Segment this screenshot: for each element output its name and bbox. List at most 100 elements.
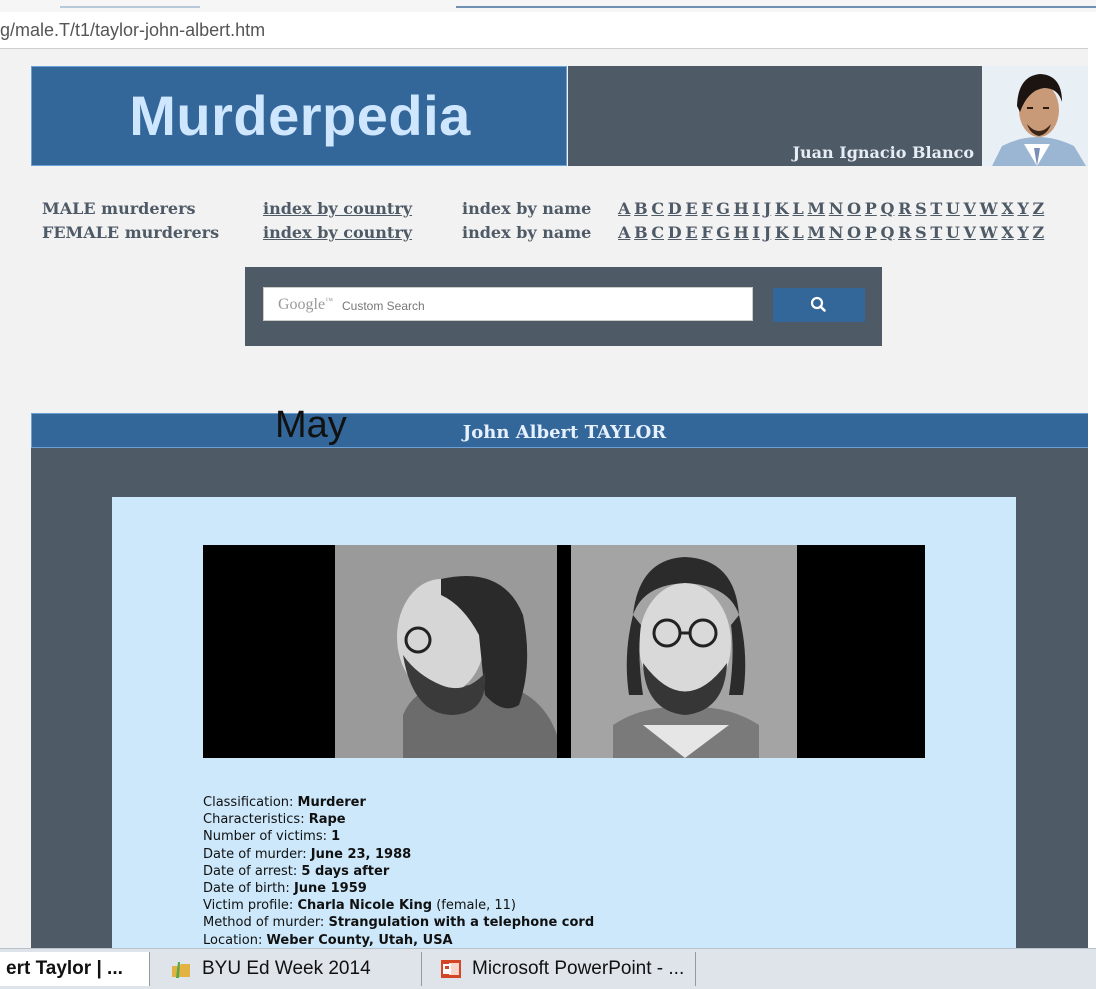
- mugshot-image: [203, 545, 925, 758]
- google-watermark: Google™: [278, 296, 333, 313]
- taskbar-item-folder[interactable]: BYU Ed Week 2014: [160, 952, 422, 986]
- search-panel: Google™ Custom Search: [245, 267, 882, 346]
- letter-link-t[interactable]: T: [930, 223, 942, 242]
- letter-link-q[interactable]: Q: [880, 223, 894, 242]
- letter-link-v[interactable]: V: [964, 199, 976, 218]
- folder-icon: [172, 962, 190, 978]
- letter-link-o[interactable]: O: [847, 223, 861, 242]
- taskbar-item-label: ert Taylor | ...: [6, 958, 123, 979]
- female-index-by-name-label: index by name: [462, 223, 592, 242]
- letter-link-a[interactable]: A: [618, 199, 630, 218]
- letter-link-b[interactable]: B: [634, 223, 648, 242]
- letter-link-o[interactable]: O: [847, 199, 861, 218]
- site-title[interactable]: Murderpedia: [32, 83, 568, 148]
- letter-link-w[interactable]: W: [980, 199, 998, 218]
- letter-link-v[interactable]: V: [964, 223, 976, 242]
- letter-link-h[interactable]: H: [734, 199, 749, 218]
- taskbar: ert Taylor | ... BYU Ed Week 2014 Micros…: [0, 948, 1096, 989]
- scrollbar-track[interactable]: [1088, 48, 1096, 948]
- fact-date-of-arrest: Date of arrest: 5 days after: [203, 863, 390, 879]
- letter-link-f[interactable]: F: [701, 223, 712, 242]
- letter-link-x[interactable]: X: [1001, 223, 1013, 242]
- letter-link-e[interactable]: E: [685, 199, 697, 218]
- letter-link-g[interactable]: G: [716, 223, 730, 242]
- powerpoint-icon: [441, 960, 461, 978]
- letter-link-e[interactable]: E: [685, 223, 697, 242]
- profile-section: John Albert TAYLOR Classification: Murde…: [31, 413, 1096, 948]
- address-url[interactable]: g/male.T/t1/taylor-john-albert.htm: [0, 20, 265, 41]
- letter-link-f[interactable]: F: [701, 199, 712, 218]
- male-index-by-country-link[interactable]: index by country: [263, 199, 412, 218]
- letter-link-z[interactable]: Z: [1033, 223, 1045, 242]
- browser-tab[interactable]: [60, 0, 200, 8]
- letter-link-y[interactable]: Y: [1017, 199, 1028, 218]
- profile-card: Classification: Murderer Characteristics…: [112, 497, 1016, 948]
- letter-link-i[interactable]: I: [752, 199, 759, 218]
- letter-link-j[interactable]: J: [764, 199, 772, 218]
- fact-date-of-birth: Date of birth: June 1959: [203, 881, 367, 897]
- letter-link-z[interactable]: Z: [1033, 199, 1045, 218]
- letter-link-i[interactable]: I: [752, 223, 759, 242]
- site-header: Murderpedia Juan Ignacio Blanco: [31, 66, 1096, 166]
- letter-link-j[interactable]: J: [764, 223, 772, 242]
- site-logo[interactable]: Murderpedia: [31, 66, 567, 166]
- female-letter-links: ABCDEFGHIJKLMNOPQRSTUVWXYZ: [618, 223, 1048, 242]
- author-photo: [982, 66, 1096, 166]
- fact-number-of-victims: Number of victims: 1: [203, 829, 341, 845]
- profile-title: John Albert TAYLOR: [462, 422, 667, 443]
- fact-date-of-murder: Date of murder: June 23, 1988: [203, 846, 412, 862]
- letter-link-n[interactable]: N: [829, 223, 844, 242]
- search-placeholder: Custom Search: [342, 299, 425, 313]
- letter-link-w[interactable]: W: [980, 223, 998, 242]
- letter-link-s[interactable]: S: [915, 223, 927, 242]
- male-murderers-label: MALE murderers: [42, 199, 196, 218]
- letter-link-r[interactable]: R: [898, 223, 911, 242]
- letter-link-g[interactable]: G: [716, 199, 730, 218]
- address-bar[interactable]: g/male.T/t1/taylor-john-albert.htm: [0, 12, 1096, 49]
- fact-method-of-murder: Method of murder: Strangulation with a t…: [203, 915, 595, 931]
- author-name: Juan Ignacio Blanco: [792, 143, 974, 162]
- female-murderers-label: FEMALE murderers: [42, 223, 220, 242]
- letter-link-r[interactable]: R: [898, 199, 911, 218]
- letter-link-s[interactable]: S: [915, 199, 927, 218]
- letter-link-c[interactable]: C: [651, 199, 664, 218]
- taskbar-item-powerpoint[interactable]: Microsoft PowerPoint - ...: [430, 952, 696, 986]
- letter-link-l[interactable]: L: [792, 199, 803, 218]
- letter-link-q[interactable]: Q: [880, 199, 894, 218]
- fact-classification: Classification: Murderer: [203, 795, 366, 810]
- letter-link-u[interactable]: U: [946, 223, 960, 242]
- male-index-by-name-label: index by name: [462, 199, 592, 218]
- letter-link-c[interactable]: C: [651, 223, 664, 242]
- taskbar-item-label: BYU Ed Week 2014: [202, 958, 371, 979]
- overlay-annotation: May: [275, 404, 347, 446]
- letter-link-d[interactable]: D: [668, 199, 682, 218]
- letter-link-p[interactable]: P: [865, 223, 877, 242]
- letter-link-m[interactable]: M: [807, 223, 825, 242]
- letter-link-h[interactable]: H: [734, 223, 749, 242]
- letter-link-p[interactable]: P: [865, 199, 877, 218]
- male-letter-links: ABCDEFGHIJKLMNOPQRSTUVWXYZ: [618, 199, 1048, 218]
- search-button[interactable]: [773, 288, 865, 322]
- letter-link-k[interactable]: K: [775, 199, 789, 218]
- female-index-by-country-link[interactable]: index by country: [263, 223, 412, 242]
- letter-link-d[interactable]: D: [668, 223, 682, 242]
- author-banner: Juan Ignacio Blanco: [568, 66, 982, 166]
- letter-link-y[interactable]: Y: [1017, 223, 1028, 242]
- letter-link-a[interactable]: A: [618, 223, 630, 242]
- mugshot-photo[interactable]: [203, 545, 925, 758]
- letter-link-m[interactable]: M: [807, 199, 825, 218]
- search-input[interactable]: Google™ Custom Search: [263, 287, 753, 321]
- profile-facts: Classification: Murderer Characteristics…: [203, 794, 594, 949]
- fact-characteristics: Characteristics: Rape: [203, 812, 346, 828]
- letter-link-t[interactable]: T: [930, 199, 942, 218]
- fact-victim-profile: Victim profile: Charla Nicole King (fema…: [203, 898, 516, 914]
- taskbar-item-browser[interactable]: ert Taylor | ...: [0, 952, 150, 986]
- letter-link-n[interactable]: N: [829, 199, 844, 218]
- letter-link-b[interactable]: B: [634, 199, 648, 218]
- search-icon: [810, 296, 826, 312]
- letter-link-k[interactable]: K: [775, 223, 789, 242]
- letter-link-u[interactable]: U: [946, 199, 960, 218]
- browser-tab-active[interactable]: [456, 0, 1096, 8]
- letter-link-l[interactable]: L: [792, 223, 803, 242]
- letter-link-x[interactable]: X: [1001, 199, 1013, 218]
